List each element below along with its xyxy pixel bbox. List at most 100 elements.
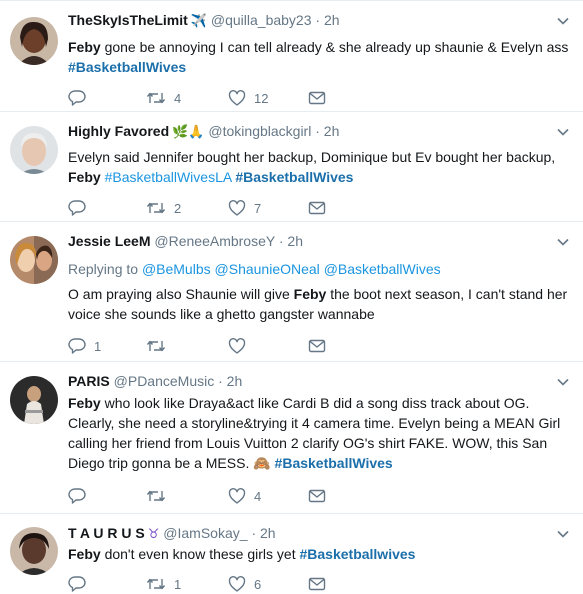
retweet-button[interactable] <box>146 487 228 505</box>
tweet[interactable]: Highly Favored 🌿🙏 @tokingblackgirl · 2h E… <box>0 112 583 222</box>
direct-message-button[interactable] <box>308 200 326 216</box>
timestamp[interactable]: 2h <box>324 123 340 139</box>
tweet-actions: 4 <box>68 486 326 506</box>
hashtag-link[interactable]: #BasketballWives <box>275 455 393 471</box>
retweet-icon <box>146 578 166 590</box>
timestamp[interactable]: 2h <box>227 373 243 389</box>
tweet-text: Feby gone be annoying I can tell already… <box>68 37 569 77</box>
tweet-text: Evelyn said Jennifer bought her backup, … <box>68 147 569 187</box>
chevron-down-icon[interactable] <box>557 528 569 540</box>
reply-button[interactable] <box>68 89 146 107</box>
like-count: 4 <box>254 488 262 504</box>
retweet-count: 2 <box>174 200 182 216</box>
tweet-header: T A U R U S ♉ @IamSokay_ · 2h <box>68 524 543 543</box>
replying-to-line: Replying to @BeMulbs @ShaunieONeal @Bask… <box>68 259 569 279</box>
tweet-feed: TheSkyIsTheLimit ✈️ @quilla_baby23 · 2h F… <box>0 0 583 594</box>
reply-mention[interactable]: @BeMulbs <box>142 261 211 277</box>
direct-message-button[interactable] <box>308 90 326 106</box>
name-emoji: 🌿🙏 <box>172 124 205 139</box>
retweet-button[interactable]: 1 <box>146 575 228 593</box>
tweet-text: Feby don't even know these girls yet #Ba… <box>68 544 569 564</box>
author-handle[interactable]: @PDanceMusic <box>114 373 215 389</box>
author-name[interactable]: T A U R U S <box>68 525 145 541</box>
timestamp[interactable]: 2h <box>324 12 340 28</box>
reply-button[interactable] <box>68 199 146 217</box>
direct-message-button[interactable] <box>308 488 326 504</box>
timestamp[interactable]: 2h <box>287 233 303 249</box>
chevron-down-icon[interactable] <box>557 376 569 388</box>
like-icon <box>228 200 246 216</box>
highlighted-keyword: Feby <box>68 169 101 185</box>
separator-dot: · <box>251 525 257 541</box>
separator-dot: · <box>218 373 223 389</box>
reply-button[interactable] <box>68 575 146 593</box>
tweet[interactable]: Jessie LeeM @ReneeAmbroseY · 2h Replying… <box>0 222 583 362</box>
hashtag-link[interactable]: #BasketballWives <box>235 169 353 185</box>
hashtag-link[interactable]: #BasketballWivesLA <box>105 169 232 185</box>
retweet-count: 1 <box>174 576 182 592</box>
avatar[interactable] <box>10 126 58 174</box>
direct-message-button[interactable] <box>308 576 326 592</box>
direct-message-button[interactable] <box>308 338 326 354</box>
retweet-button[interactable] <box>146 337 228 355</box>
like-count: 7 <box>254 200 262 216</box>
tweet-header: Jessie LeeM @ReneeAmbroseY · 2h <box>68 232 543 250</box>
tweet-header: TheSkyIsTheLimit ✈️ @quilla_baby23 · 2h <box>68 11 543 30</box>
hashtag-link[interactable]: #Basketballwives <box>299 546 415 562</box>
reply-icon <box>68 200 86 216</box>
highlighted-keyword: Feby <box>293 286 327 302</box>
retweet-icon <box>146 92 166 104</box>
reply-icon <box>68 90 86 106</box>
name-emoji: ♉ <box>147 526 160 541</box>
tweet[interactable]: PARIS @PDanceMusic · 2h Feby who look li… <box>0 362 583 514</box>
separator-dot: · <box>278 233 284 249</box>
reply-button[interactable] <box>68 487 146 505</box>
dm-icon <box>308 577 326 591</box>
author-handle[interactable]: @quilla_baby23 <box>211 12 312 28</box>
like-button[interactable]: 4 <box>228 487 308 505</box>
highlighted-keyword: Feby <box>68 395 101 411</box>
retweet-count: 4 <box>174 90 182 106</box>
like-button[interactable]: 7 <box>228 199 308 217</box>
avatar[interactable] <box>10 236 58 284</box>
author-name[interactable]: PARIS <box>68 373 110 389</box>
author-name[interactable]: Jessie LeeM <box>68 233 151 249</box>
chevron-down-icon[interactable] <box>557 126 569 138</box>
like-icon <box>228 90 246 106</box>
separator-dot: · <box>315 123 320 139</box>
like-button[interactable] <box>228 337 308 355</box>
retweet-icon <box>146 202 166 214</box>
author-name[interactable]: TheSkyIsTheLimit <box>68 12 188 28</box>
like-icon <box>228 576 246 592</box>
highlighted-keyword: Feby <box>68 546 101 562</box>
reply-icon <box>68 488 86 504</box>
dm-icon <box>308 91 326 105</box>
timestamp[interactable]: 2h <box>260 525 276 541</box>
tweet[interactable]: TheSkyIsTheLimit ✈️ @quilla_baby23 · 2h F… <box>0 0 583 112</box>
retweet-button[interactable]: 4 <box>146 89 228 107</box>
highlighted-keyword: Feby <box>68 39 101 55</box>
retweet-button[interactable]: 2 <box>146 199 228 217</box>
avatar[interactable] <box>10 376 58 424</box>
avatar[interactable] <box>10 527 58 575</box>
tweet-header: Highly Favored 🌿🙏 @tokingblackgirl · 2h <box>68 122 543 141</box>
avatar[interactable] <box>10 17 58 65</box>
text-run: O am praying also Shaunie will give <box>68 286 294 302</box>
reply-icon <box>68 576 86 592</box>
hashtag-link[interactable]: #BasketballWives <box>68 59 186 75</box>
author-handle[interactable]: @ReneeAmbroseY <box>154 233 275 249</box>
author-handle[interactable]: @IamSokay_ <box>163 525 247 541</box>
chevron-down-icon[interactable] <box>557 15 569 27</box>
text-run: gone be annoying I can tell already & sh… <box>100 39 569 55</box>
reply-mention[interactable]: @ShaunieONeal <box>215 261 320 277</box>
reply-button[interactable]: 1 <box>68 337 146 355</box>
author-handle[interactable]: @tokingblackgirl <box>208 123 311 139</box>
like-button[interactable]: 6 <box>228 575 308 593</box>
tweet[interactable]: T A U R U S ♉ @IamSokay_ · 2h Feby don't … <box>0 514 583 594</box>
author-name[interactable]: Highly Favored <box>68 123 169 139</box>
chevron-down-icon[interactable] <box>557 236 569 248</box>
reply-mention[interactable]: @BasketballWives <box>324 261 441 277</box>
replying-to-label: Replying to <box>68 261 139 277</box>
like-button[interactable]: 12 <box>228 89 308 107</box>
tweet-header: PARIS @PDanceMusic · 2h <box>68 372 543 390</box>
